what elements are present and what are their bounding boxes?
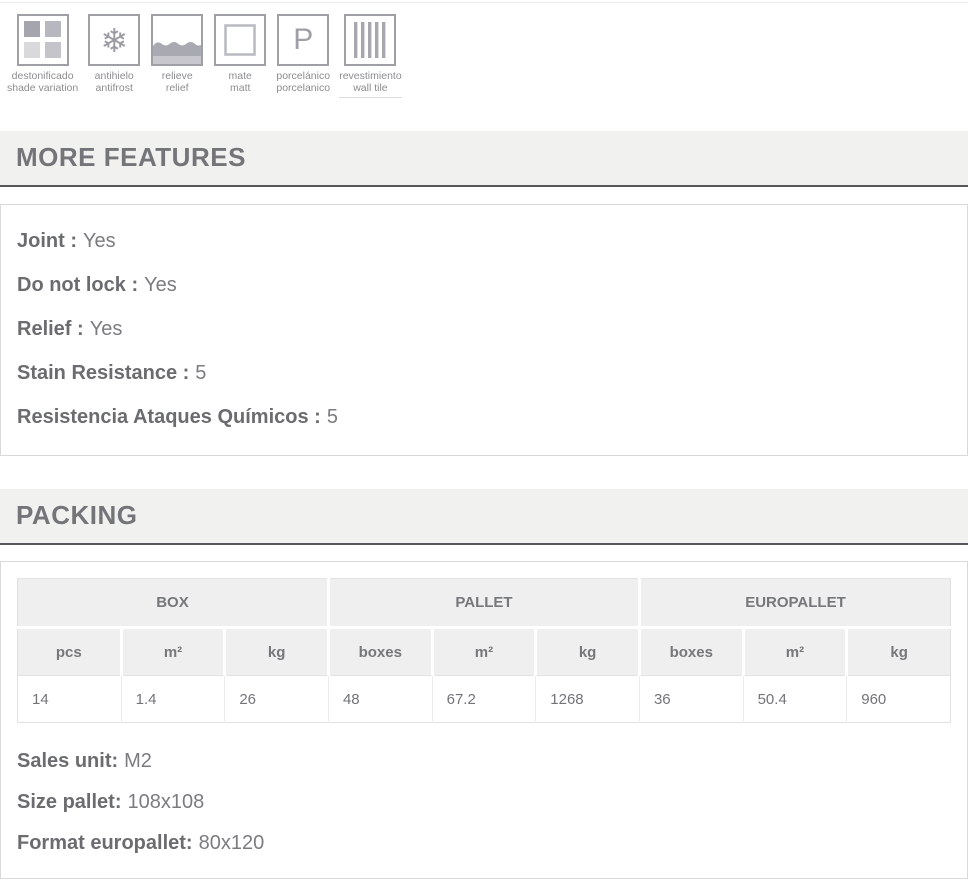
- column-header: boxes: [328, 628, 432, 676]
- feature-row-joint: Joint : Yes: [17, 219, 951, 263]
- section-header-packing: PACKING: [0, 489, 968, 545]
- icon-item-relief: relieve relief: [150, 14, 204, 94]
- column-header: m²: [743, 628, 847, 676]
- feature-label: Relief :: [17, 318, 84, 341]
- feature-row-chemical-resistance: Resistencia Ataques Químicos : 5: [17, 395, 951, 439]
- column-header: kg: [536, 628, 640, 676]
- icon-label: porcelánico porcelanico: [276, 70, 330, 94]
- table-cell: 1.4: [121, 676, 225, 723]
- group-header-pallet: PALLET: [328, 579, 639, 628]
- icon-label: destonificado shade variation: [7, 70, 78, 94]
- table-cell: 67.2: [432, 676, 536, 723]
- table-cell: 26: [225, 676, 329, 723]
- packing-title: PACKING: [16, 500, 137, 530]
- icon-item-porcelain: P porcelánico porcelanico: [276, 14, 330, 94]
- group-header-box: BOX: [18, 579, 329, 628]
- icon-item-wall-tile: revestimiento wall tile: [339, 14, 401, 98]
- table-cell: 14: [18, 676, 122, 723]
- icon-item-shade-variation: destonificado shade variation: [7, 14, 78, 94]
- detail-label: Sales unit:: [17, 750, 118, 773]
- packing-details: Sales unit: M2 Size pallet: 108x108 Form…: [17, 741, 951, 864]
- feature-label: Joint :: [17, 230, 77, 253]
- detail-value: 80x120: [199, 832, 265, 855]
- feature-label: Resistencia Ataques Químicos :: [17, 406, 321, 429]
- matt-square-icon: [214, 14, 266, 66]
- shade-variation-icon: [17, 14, 69, 66]
- detail-label: Size pallet:: [17, 791, 121, 814]
- table-cell: 36: [639, 676, 743, 723]
- table-data-row: 14 1.4 26 48 67.2 1268 36 50.4 960: [18, 676, 951, 723]
- porcelain-p-icon: P: [277, 14, 329, 66]
- table-cell: 960: [847, 676, 951, 723]
- feature-value: Yes: [83, 230, 116, 253]
- packing-panel: BOX PALLET EUROPALLET pcs m² kg boxes m²…: [0, 561, 968, 879]
- group-header-europallet: EUROPALLET: [639, 579, 950, 628]
- detail-value: 108x108: [127, 791, 204, 814]
- wall-tile-stripes-icon: [344, 14, 396, 66]
- detail-row-size-pallet: Size pallet: 108x108: [17, 782, 951, 823]
- more-features-title: MORE FEATURES: [16, 142, 246, 172]
- icon-item-antifrost: ❄ antihielo antifrost: [87, 14, 141, 94]
- snowflake-icon: ❄: [88, 14, 140, 66]
- feature-label: Do not lock :: [17, 274, 138, 297]
- detail-label: Format europallet:: [17, 832, 193, 855]
- feature-row-stain-resistance: Stain Resistance : 5: [17, 351, 951, 395]
- feature-value: Yes: [144, 274, 177, 297]
- column-header: kg: [847, 628, 951, 676]
- feature-row-do-not-lock: Do not lock : Yes: [17, 263, 951, 307]
- column-header: pcs: [18, 628, 122, 676]
- icon-item-matt: mate matt: [213, 14, 267, 94]
- table-column-header-row: pcs m² kg boxes m² kg boxes m² kg: [18, 628, 951, 676]
- detail-row-format-europallet: Format europallet: 80x120: [17, 823, 951, 864]
- icon-label: relieve relief: [162, 70, 193, 94]
- feature-row-relief: Relief : Yes: [17, 307, 951, 351]
- more-features-panel: Joint : Yes Do not lock : Yes Relief : Y…: [0, 204, 968, 456]
- feature-value: 5: [195, 362, 206, 385]
- table-cell: 48: [328, 676, 432, 723]
- table-cell: 50.4: [743, 676, 847, 723]
- feature-value: 5: [327, 406, 338, 429]
- feature-value: Yes: [90, 318, 123, 341]
- detail-value: M2: [124, 750, 152, 773]
- feature-label: Stain Resistance :: [17, 362, 189, 385]
- column-header: kg: [225, 628, 329, 676]
- p-glyph: P: [293, 25, 313, 55]
- relief-wave-icon: [151, 14, 203, 66]
- top-divider: [0, 0, 968, 3]
- icon-label: mate matt: [229, 70, 252, 94]
- feature-icons-row: destonificado shade variation ❄ antihiel…: [7, 14, 968, 98]
- section-header-more-features: MORE FEATURES: [0, 131, 968, 187]
- table-cell: 1268: [536, 676, 640, 723]
- icon-label: antihielo antifrost: [95, 70, 134, 94]
- column-header: boxes: [639, 628, 743, 676]
- detail-row-sales-unit: Sales unit: M2: [17, 741, 951, 782]
- table-group-header-row: BOX PALLET EUROPALLET: [18, 579, 951, 628]
- column-header: m²: [432, 628, 536, 676]
- icon-label: revestimiento wall tile: [339, 70, 401, 98]
- packing-table: BOX PALLET EUROPALLET pcs m² kg boxes m²…: [17, 578, 951, 723]
- column-header: m²: [121, 628, 225, 676]
- snowflake-glyph: ❄: [100, 24, 128, 57]
